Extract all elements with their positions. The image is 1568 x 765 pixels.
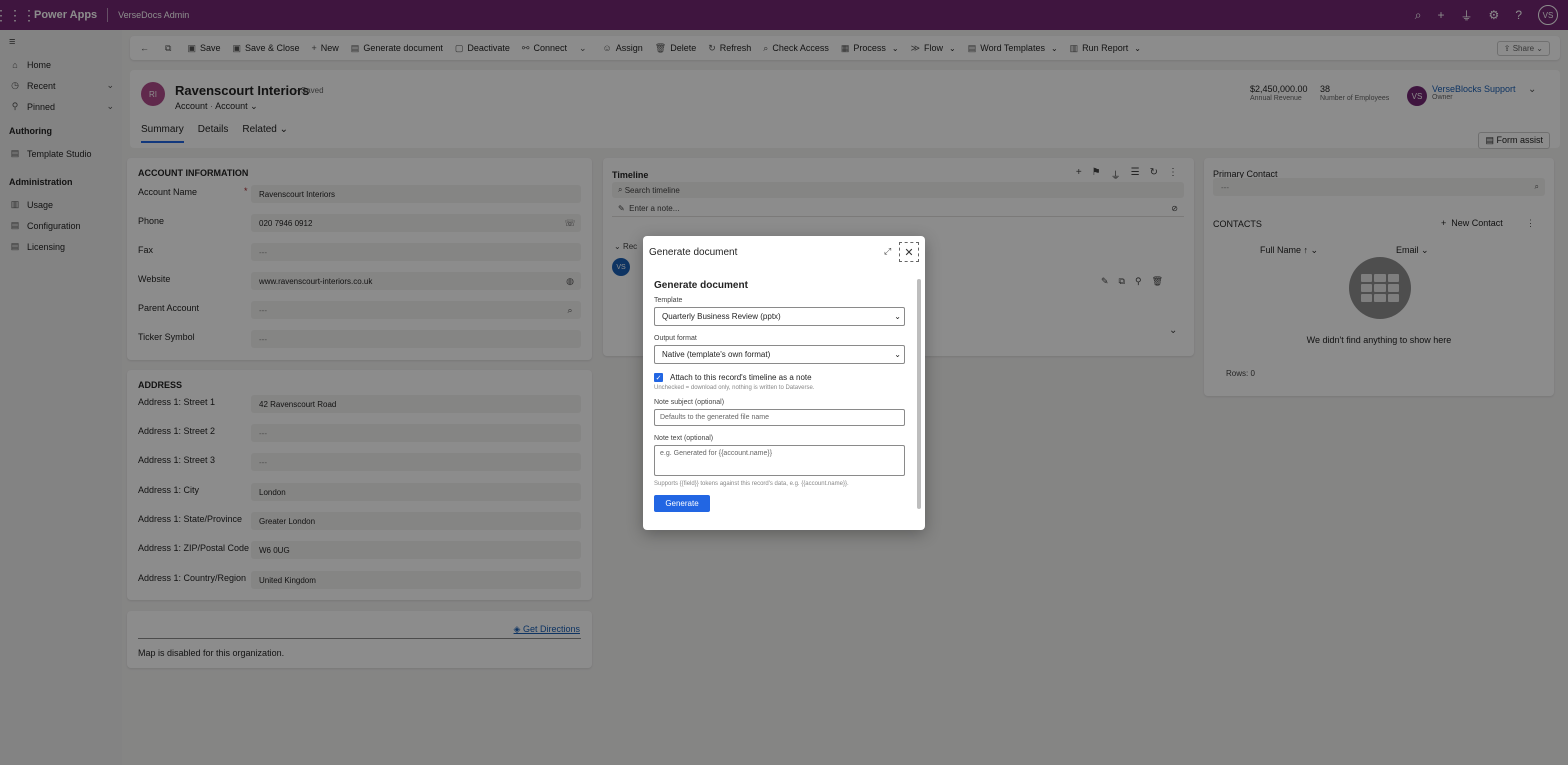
tokens-hint: Supports {{field}} tokens against this r… <box>654 481 849 487</box>
expand-icon[interactable]: ⤢ <box>884 246 891 257</box>
template-select[interactable]: Quarterly Business Review (pptx) ⌄ <box>654 307 905 326</box>
template-label: Template <box>654 297 683 304</box>
chevron-down-icon: ⌄ <box>894 312 901 321</box>
close-button[interactable]: ✕ <box>899 242 919 262</box>
output-format-value: Native (template's own format) <box>662 350 771 359</box>
chevron-down-icon: ⌄ <box>894 350 901 359</box>
attach-label: Attach to this record's timeline as a no… <box>670 373 812 382</box>
generate-button[interactable]: Generate <box>654 495 710 512</box>
note-text-input[interactable]: e.g. Generated for {{account.name}} <box>654 445 905 476</box>
dialog-body: Generate document Template Quarterly Bus… <box>654 280 906 512</box>
dialog-header-title: Generate document <box>649 247 738 258</box>
note-text-label: Note text (optional) <box>654 435 714 442</box>
note-subject-label: Note subject (optional) <box>654 399 725 406</box>
template-value: Quarterly Business Review (pptx) <box>662 312 781 321</box>
generate-document-dialog: Generate document ⤢ ✕ Generate document … <box>643 236 925 530</box>
dialog-title: Generate document <box>654 280 748 291</box>
output-format-select[interactable]: Native (template's own format) ⌄ <box>654 345 905 364</box>
dialog-scrollbar-thumb[interactable] <box>917 279 921 509</box>
close-icon: ✕ <box>904 246 914 259</box>
checkmark-icon[interactable]: ✓ <box>654 373 663 382</box>
note-subject-input[interactable]: Defaults to the generated file name <box>654 409 905 426</box>
attach-hint: Unchecked = download only, nothing is wr… <box>654 385 815 391</box>
attach-to-timeline-checkbox[interactable]: ✓ Attach to this record's timeline as a n… <box>654 373 906 382</box>
output-format-label: Output format <box>654 335 697 342</box>
